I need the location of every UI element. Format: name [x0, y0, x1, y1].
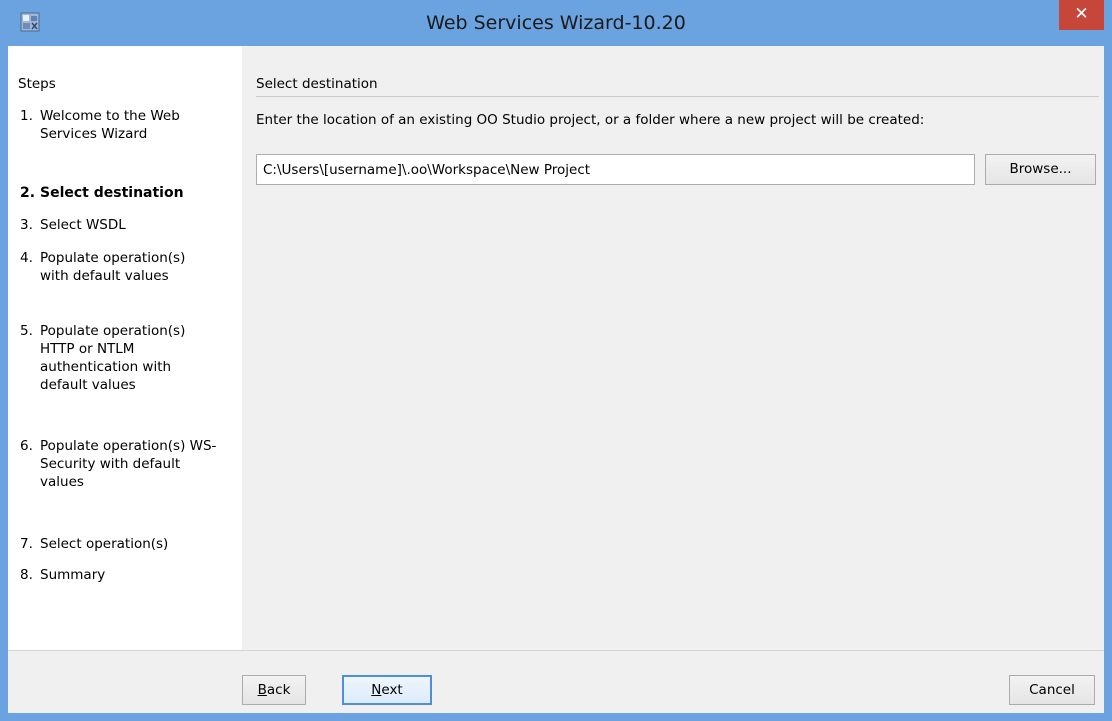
window-title: Web Services Wizard-10.20 — [426, 12, 686, 34]
close-icon: ✕ — [1074, 4, 1089, 24]
section-title: Select destination — [256, 76, 378, 92]
step-populate-ws-security: 6. Populate operation(s) WS-Security with… — [20, 438, 217, 490]
back-mnemonic: B — [257, 682, 267, 698]
title-bar[interactable]: Web Services Wizard-10.20 ✕ — [0, 0, 1112, 46]
destination-prompt: Enter the location of an existing OO Stu… — [256, 112, 925, 128]
next-button[interactable]: Next — [342, 675, 432, 705]
wizard-body: Steps 1. Welcome to the Web Services Wiza… — [8, 46, 1104, 713]
step-populate-default: 4. Populate operation(s) with default val… — [20, 250, 186, 284]
step-select-operations: 7. Select operation(s) — [20, 536, 169, 552]
step-select-wsdl: 3. Select WSDL — [20, 217, 126, 233]
close-button[interactable]: ✕ — [1059, 0, 1104, 30]
cancel-button[interactable]: Cancel — [1009, 675, 1095, 705]
step-select-destination: 2. Select destination — [20, 185, 184, 201]
section-divider — [256, 96, 1099, 97]
footer-divider — [8, 650, 1104, 651]
destination-panel: Select destination Enter the location of… — [242, 46, 1104, 650]
steps-header: Steps — [18, 76, 56, 92]
step-summary: 8. Summary — [20, 567, 106, 583]
step-populate-http-ntlm: 5. Populate operation(s) HTTP or NTLM aut… — [20, 323, 186, 393]
destination-path-input[interactable] — [256, 154, 975, 185]
wizard-window: Web Services Wizard-10.20 ✕ Steps 1. Welc… — [0, 0, 1112, 721]
back-label: ack — [266, 682, 291, 698]
next-mnemonic: N — [371, 682, 382, 698]
browse-button[interactable]: Browse... — [985, 154, 1096, 185]
back-button[interactable]: Back — [242, 675, 306, 705]
next-label: ext — [381, 682, 403, 698]
steps-pane: Steps 1. Welcome to the Web Services Wiza… — [8, 46, 242, 650]
step-welcome: 1. Welcome to the Web Services Wizard — [20, 108, 180, 142]
